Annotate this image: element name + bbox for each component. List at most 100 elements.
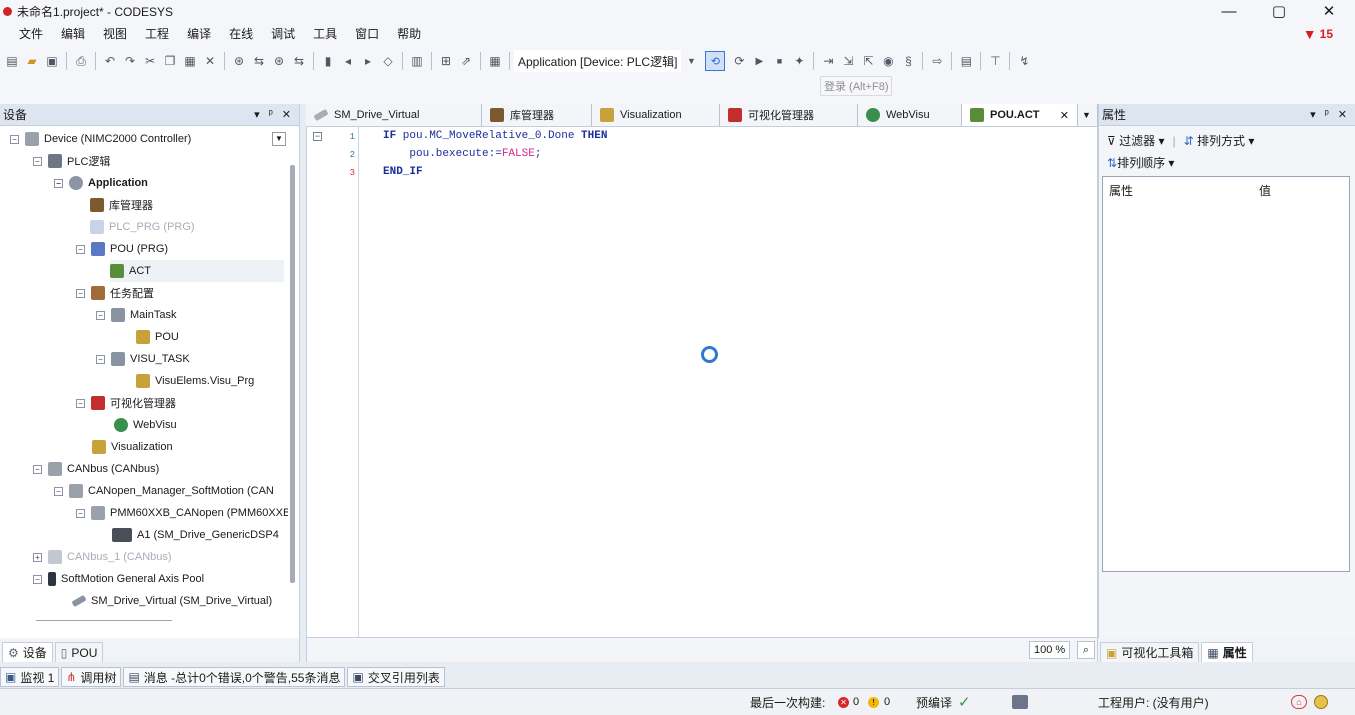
tab-watch-1[interactable]: ▣ 监视 1: [0, 667, 60, 687]
print-icon[interactable]: ⎙: [72, 52, 90, 70]
cut-icon[interactable]: ✂: [141, 52, 159, 70]
sort-button[interactable]: ⇵ 排列方式 ▾: [1184, 132, 1255, 149]
collapse-icon[interactable]: −: [76, 508, 85, 518]
undo-icon[interactable]: ↶: [101, 52, 119, 70]
save-icon[interactable]: ▣: [43, 52, 61, 70]
tree-item-device[interactable]: − Device (NIMC2000 Controller) ▼: [10, 128, 286, 150]
tree-item-a1[interactable]: A1 (SM_Drive_GenericDSP4: [112, 524, 279, 546]
tree-item-library-manager[interactable]: 库管理器: [90, 194, 153, 216]
login-button[interactable]: ⟲: [705, 51, 726, 71]
expand-icon[interactable]: +: [33, 552, 42, 562]
collapse-icon[interactable]: −: [33, 574, 42, 584]
collapse-icon[interactable]: −: [54, 486, 63, 496]
replace-all-icon[interactable]: ⇆: [290, 52, 308, 70]
toggle-breakpoint-icon[interactable]: ◉: [879, 52, 897, 70]
menu-debug[interactable]: 调试: [262, 22, 304, 46]
collapse-icon[interactable]: −: [76, 288, 85, 298]
export-icon[interactable]: ⇗: [457, 52, 475, 70]
tree-item-application[interactable]: − Application: [54, 172, 148, 194]
force-values-icon[interactable]: ⊤: [986, 52, 1004, 70]
tree-item-plc-logic[interactable]: − PLC逻辑: [33, 150, 110, 172]
new-file-icon[interactable]: ▤: [3, 52, 21, 70]
dropdown-arrow-icon[interactable]: ▼: [272, 132, 286, 146]
tree-item-visu-task[interactable]: − VISU_TASK: [96, 348, 190, 370]
minimize-button[interactable]: —: [1207, 0, 1251, 22]
tree-item-act[interactable]: ACT: [110, 260, 284, 282]
close-button[interactable]: ✕: [1307, 0, 1351, 22]
tree-item-task-config[interactable]: − 任务配置: [76, 282, 154, 304]
menu-project[interactable]: 工程: [136, 22, 178, 46]
stop-icon[interactable]: ■: [770, 52, 788, 70]
new-breakpoint-icon[interactable]: §: [899, 52, 917, 70]
tab-webvisu[interactable]: WebVisu: [858, 104, 962, 126]
pane-menu-icon[interactable]: ▾: [1310, 108, 1316, 121]
menu-file[interactable]: 文件: [10, 22, 52, 46]
tree-item-pou[interactable]: − POU (PRG): [76, 238, 168, 260]
collapse-icon[interactable]: −: [10, 134, 19, 144]
tab-visu-manager[interactable]: 可视化管理器: [720, 104, 858, 126]
tab-list-dropdown[interactable]: ▼: [1078, 104, 1098, 126]
chevron-down-icon[interactable]: ▼: [682, 52, 700, 70]
collapse-icon[interactable]: −: [33, 464, 42, 474]
tab-visu-toolbox[interactable]: ▣ 可视化工具箱: [1100, 642, 1200, 662]
collapse-icon[interactable]: −: [33, 156, 42, 166]
h-scrollbar[interactable]: [36, 620, 172, 621]
tab-cross-reference[interactable]: ▣ 交叉引用列表: [347, 667, 445, 687]
collapse-icon[interactable]: −: [76, 398, 85, 408]
reset-icon[interactable]: ✦: [790, 52, 808, 70]
pane-menu-icon[interactable]: ▾: [254, 108, 260, 121]
pin-icon[interactable]: ᵖ: [1325, 108, 1329, 121]
find-all-icon[interactable]: ⊛: [270, 52, 288, 70]
error-filter-badge[interactable]: ▼ 15: [1303, 26, 1333, 42]
replace-icon[interactable]: ⇆: [250, 52, 268, 70]
filter-button[interactable]: ⊽ 过滤器 ▾: [1107, 132, 1164, 149]
zoom-level[interactable]: 100 %: [1029, 641, 1071, 659]
step-out-icon[interactable]: ⇱: [859, 52, 877, 70]
logout-icon[interactable]: ⟳: [730, 52, 748, 70]
pane-close-icon[interactable]: ✕: [1338, 108, 1347, 121]
cloud-icon[interactable]: ⌂: [1291, 695, 1307, 709]
find-icon[interactable]: ⊛: [230, 52, 248, 70]
tree-item-maintask-pou[interactable]: POU: [136, 326, 179, 348]
collapse-icon[interactable]: −: [96, 310, 105, 320]
tree-item-visu-manager[interactable]: − 可视化管理器: [76, 392, 176, 414]
tab-library-manager[interactable]: 库管理器: [482, 104, 592, 126]
menu-edit[interactable]: 编辑: [52, 22, 94, 46]
menu-online[interactable]: 在线: [220, 22, 262, 46]
pane-close-icon[interactable]: ✕: [282, 108, 291, 121]
tab-call-tree[interactable]: ⋔ 调用树: [61, 667, 122, 687]
build-icon[interactable]: ▥: [408, 52, 426, 70]
tree-item-plc-prg[interactable]: PLC_PRG (PRG): [90, 216, 195, 238]
bookmark-next-icon[interactable]: ◂: [339, 52, 357, 70]
tree-item-visualization[interactable]: Visualization: [92, 436, 173, 458]
menu-build[interactable]: 编译: [178, 22, 220, 46]
add-object-icon[interactable]: ⊞: [437, 52, 455, 70]
tab-sm-drive-virtual[interactable]: SM_Drive_Virtual: [306, 104, 482, 126]
step-over-icon[interactable]: ⇥: [819, 52, 837, 70]
code-editor[interactable]: − 1 2 3 IF pou.MC_MoveRelative_0.Done TH…: [306, 126, 1098, 638]
pin-icon[interactable]: ᵖ: [269, 108, 273, 121]
paste-icon[interactable]: ▦: [181, 52, 199, 70]
tree-item-sm-drive-virtual[interactable]: SM_Drive_Virtual (SM_Drive_Virtual): [71, 590, 272, 612]
step-into-icon[interactable]: ⇲: [839, 52, 857, 70]
tab-pou-act[interactable]: POU.ACT ✕: [962, 104, 1078, 126]
menu-help[interactable]: 帮助: [388, 22, 430, 46]
tree-item-canopen-manager[interactable]: − CANopen_Manager_SoftMotion (CAN: [54, 480, 274, 502]
menu-window[interactable]: 窗口: [346, 22, 388, 46]
menu-tools[interactable]: 工具: [304, 22, 346, 46]
tab-close-icon[interactable]: ✕: [1060, 109, 1069, 122]
shield-icon[interactable]: [1314, 695, 1328, 709]
zoom-icon[interactable]: ⌕: [1077, 641, 1095, 659]
tab-properties[interactable]: ▦ 属性: [1201, 642, 1253, 662]
collapse-icon[interactable]: −: [54, 178, 63, 188]
redo-icon[interactable]: ↷: [121, 52, 139, 70]
tree-item-axis-pool[interactable]: − SoftMotion General Axis Pool: [33, 568, 204, 590]
tree-item-canbus-1[interactable]: + CANbus_1 (CANbus): [33, 546, 172, 568]
active-application-combo[interactable]: Application [Device: PLC逻辑]: [514, 50, 682, 72]
delete-icon[interactable]: ✕: [201, 52, 219, 70]
tree-item-pmm60xxb[interactable]: − PMM60XXB_CANopen (PMM60XXB: [76, 502, 288, 524]
maximize-button[interactable]: ▢: [1257, 0, 1301, 22]
tab-visualization[interactable]: Visualization: [592, 104, 720, 126]
device-tree-scrollbar[interactable]: [290, 165, 295, 583]
tab-devices[interactable]: ⚙ 设备: [2, 642, 53, 662]
